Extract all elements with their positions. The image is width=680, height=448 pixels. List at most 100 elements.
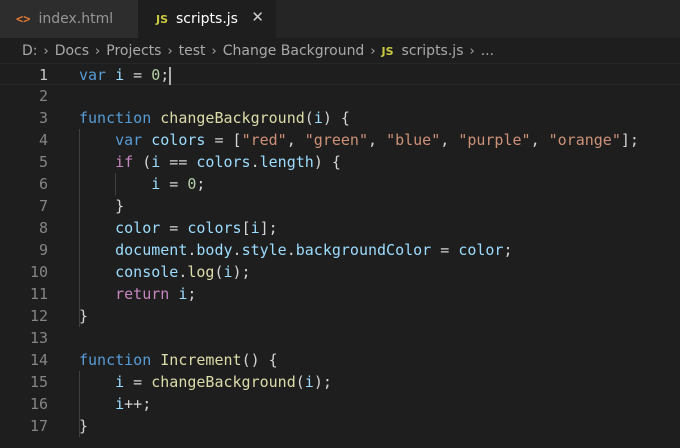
code-line[interactable]: 16 i++;	[0, 393, 680, 415]
code-line[interactable]: 5 if (i == colors.length) {	[0, 151, 680, 173]
code-token: );	[232, 263, 251, 281]
code-editor[interactable]: 1 var i = 0; 2 3 function changeBackground(i…	[0, 63, 680, 448]
breadcrumb-item-test[interactable]: test	[179, 43, 206, 59]
code-token: color	[115, 219, 161, 237]
code-token: ++;	[124, 395, 152, 413]
code-token: ;	[503, 241, 513, 259]
line-number: 12	[29, 307, 48, 325]
line-number: 17	[29, 417, 48, 435]
line-number: 3	[38, 109, 48, 127]
tab-index-html[interactable]: <> index.html	[0, 0, 138, 38]
code-token: document	[115, 241, 188, 259]
code-token: (	[295, 373, 305, 391]
code-token: ;	[187, 285, 197, 303]
code-token: );	[313, 373, 332, 391]
code-line[interactable]: 11 return i;	[0, 283, 680, 305]
line-number: 7	[38, 197, 48, 215]
code-line[interactable]: 6 i = 0;	[0, 173, 680, 195]
code-token: changeBackground	[151, 373, 296, 391]
code-token: ,	[530, 131, 549, 149]
code-line[interactable]: 15 i = changeBackground(i);	[0, 371, 680, 393]
line-number: 8	[38, 219, 48, 237]
line-number: 15	[29, 373, 48, 391]
chevron-right-icon: ›	[370, 43, 376, 59]
code-token: }	[79, 417, 89, 435]
code-text: i = changeBackground(i);	[79, 371, 332, 393]
code-text: i = 0;	[79, 173, 205, 195]
code-token: ) {	[313, 153, 341, 171]
code-token: =	[124, 373, 152, 391]
breadcrumb-item-drive[interactable]: D:	[22, 43, 38, 59]
chevron-right-icon: ›	[469, 43, 475, 59]
line-number: 5	[38, 153, 48, 171]
code-token: i	[115, 373, 125, 391]
breadcrumb-item-change-background[interactable]: Change Background	[223, 43, 365, 59]
code-line[interactable]: 13	[0, 327, 680, 349]
code-token: [	[241, 219, 251, 237]
line-number: 6	[38, 175, 48, 193]
code-token: (	[133, 153, 152, 171]
tab-bar: <> index.html JS scripts.js ✕	[0, 0, 680, 38]
code-token: ,	[440, 131, 459, 149]
close-icon[interactable]: ✕	[251, 8, 264, 26]
code-token: i	[151, 153, 161, 171]
code-token: log	[187, 263, 215, 281]
code-token: backgroundColor	[295, 241, 432, 259]
code-line[interactable]: 3 function changeBackground(i) {	[0, 107, 680, 129]
js-file-icon: JS	[381, 44, 394, 58]
code-token: ;	[196, 175, 206, 193]
tab-scripts-js[interactable]: JS scripts.js ✕	[138, 0, 276, 38]
indent-guide	[79, 371, 80, 437]
line-number: 4	[38, 131, 48, 149]
code-token: }	[79, 197, 125, 215]
tab-label: scripts.js	[176, 11, 238, 27]
code-token: .	[232, 241, 242, 259]
breadcrumb-file-label: scripts.js	[401, 43, 464, 59]
code-text: }	[79, 415, 88, 437]
code-token: colors	[151, 131, 206, 149]
code-token: ];	[620, 131, 639, 149]
code-line[interactable]: 17}	[0, 415, 680, 437]
code-line[interactable]: 4 var colors = ["red", "green", "blue", …	[0, 129, 680, 151]
line-number: 1	[38, 66, 48, 84]
line-number: 10	[29, 263, 48, 281]
code-token: i	[151, 175, 161, 193]
code-token: =	[160, 219, 188, 237]
code-text: if (i == colors.length) {	[79, 151, 341, 173]
text-cursor	[169, 66, 172, 85]
code-line[interactable]: 9 document.body.style.backgroundColor = …	[0, 239, 680, 261]
code-token: ];	[259, 219, 278, 237]
code-token: ==	[160, 153, 197, 171]
breadcrumb-item-projects[interactable]: Projects	[106, 43, 161, 59]
code-token: 0	[151, 66, 161, 84]
line-number: 2	[38, 87, 48, 105]
code-token: }	[79, 307, 89, 325]
code-token: "purple"	[458, 131, 531, 149]
code-line[interactable]: 8 color = colors[i];	[0, 217, 680, 239]
code-token: "blue"	[386, 131, 441, 149]
code-line[interactable]: 2	[0, 85, 680, 107]
code-token: =	[431, 241, 459, 259]
code-token: "orange"	[548, 131, 621, 149]
code-line[interactable]: 7 }	[0, 195, 680, 217]
code-token: i	[115, 395, 125, 413]
chevron-right-icon: ›	[211, 43, 217, 59]
breadcrumb-item-symbols[interactable]: ...	[481, 43, 494, 59]
chevron-right-icon: ›	[167, 43, 173, 59]
code-line[interactable]: 12}	[0, 305, 680, 327]
code-line[interactable]: 14 function Increment() {	[0, 349, 680, 371]
code-line[interactable]: 10 console.log(i);	[0, 261, 680, 283]
breadcrumb-item-docs[interactable]: Docs	[55, 43, 89, 59]
code-text: return i;	[79, 283, 196, 305]
code-line[interactable]: 1 var i = 0;	[0, 63, 680, 85]
code-text: i++;	[79, 393, 151, 415]
code-token: var	[79, 66, 107, 84]
breadcrumb-item-scripts-js[interactable]: JS scripts.js	[382, 43, 464, 59]
code-token: = [	[205, 131, 242, 149]
line-number: 13	[29, 329, 48, 347]
code-token: ,	[286, 131, 305, 149]
